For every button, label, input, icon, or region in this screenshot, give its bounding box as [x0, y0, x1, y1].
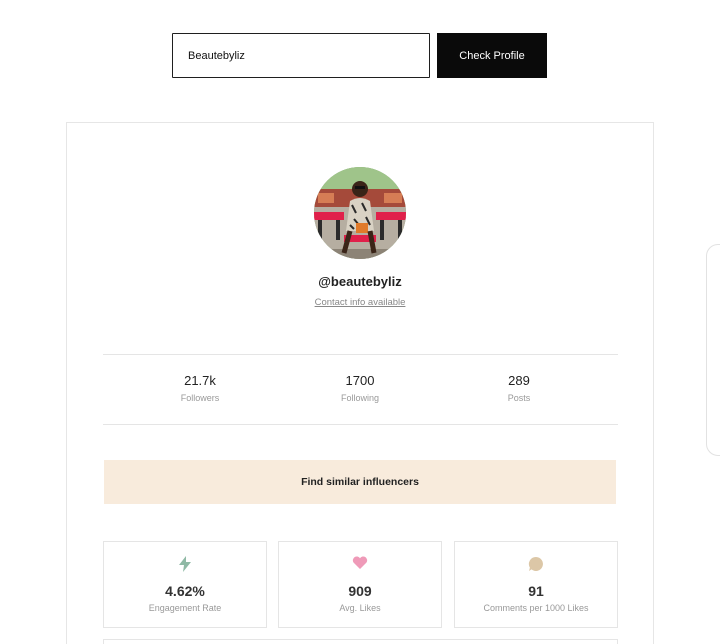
- metric-avg-likes: 909 Avg. Likes: [278, 541, 442, 628]
- check-profile-button[interactable]: Check Profile: [437, 33, 547, 78]
- heart-icon: [279, 556, 441, 570]
- profile-search-input[interactable]: [172, 33, 430, 78]
- profile-card: @beautebyliz Contact info available 21.7…: [66, 122, 654, 644]
- avg-likes-value: 909: [348, 583, 372, 599]
- metric-engagement-rate: 4.62% Engagement Rate: [103, 541, 267, 628]
- side-widget-panel[interactable]: [706, 244, 720, 456]
- followers-label: Followers: [180, 393, 220, 403]
- comments-label: Comments per 1000 Likes: [483, 603, 589, 613]
- avg-likes-label: Avg. Likes: [339, 603, 381, 613]
- engagement-rate-label: Engagement Rate: [148, 603, 222, 613]
- next-metric-card: [103, 639, 618, 644]
- comments-value: 91: [528, 583, 544, 599]
- avatar[interactable]: [314, 167, 406, 259]
- contact-info-link[interactable]: Contact info available: [67, 297, 653, 308]
- posts-count: 289: [508, 373, 530, 388]
- posts-label: Posts: [507, 393, 531, 403]
- avatar-photo: [314, 167, 406, 259]
- lightning-icon: [104, 556, 266, 572]
- search-row: Check Profile: [172, 33, 547, 78]
- comment-icon: [455, 556, 617, 572]
- profile-stats: 21.7k Followers 1700 Following 289 Posts: [103, 354, 618, 425]
- following-count: 1700: [345, 373, 375, 388]
- find-similar-influencers-button[interactable]: Find similar influencers: [104, 460, 616, 504]
- metric-comments-per-1000-likes: 91 Comments per 1000 Likes: [454, 541, 618, 628]
- followers-count: 21.7k: [184, 373, 216, 388]
- profile-handle: @beautebyliz: [318, 274, 402, 289]
- following-label: Following: [340, 393, 380, 403]
- engagement-rate-value: 4.62%: [165, 583, 205, 599]
